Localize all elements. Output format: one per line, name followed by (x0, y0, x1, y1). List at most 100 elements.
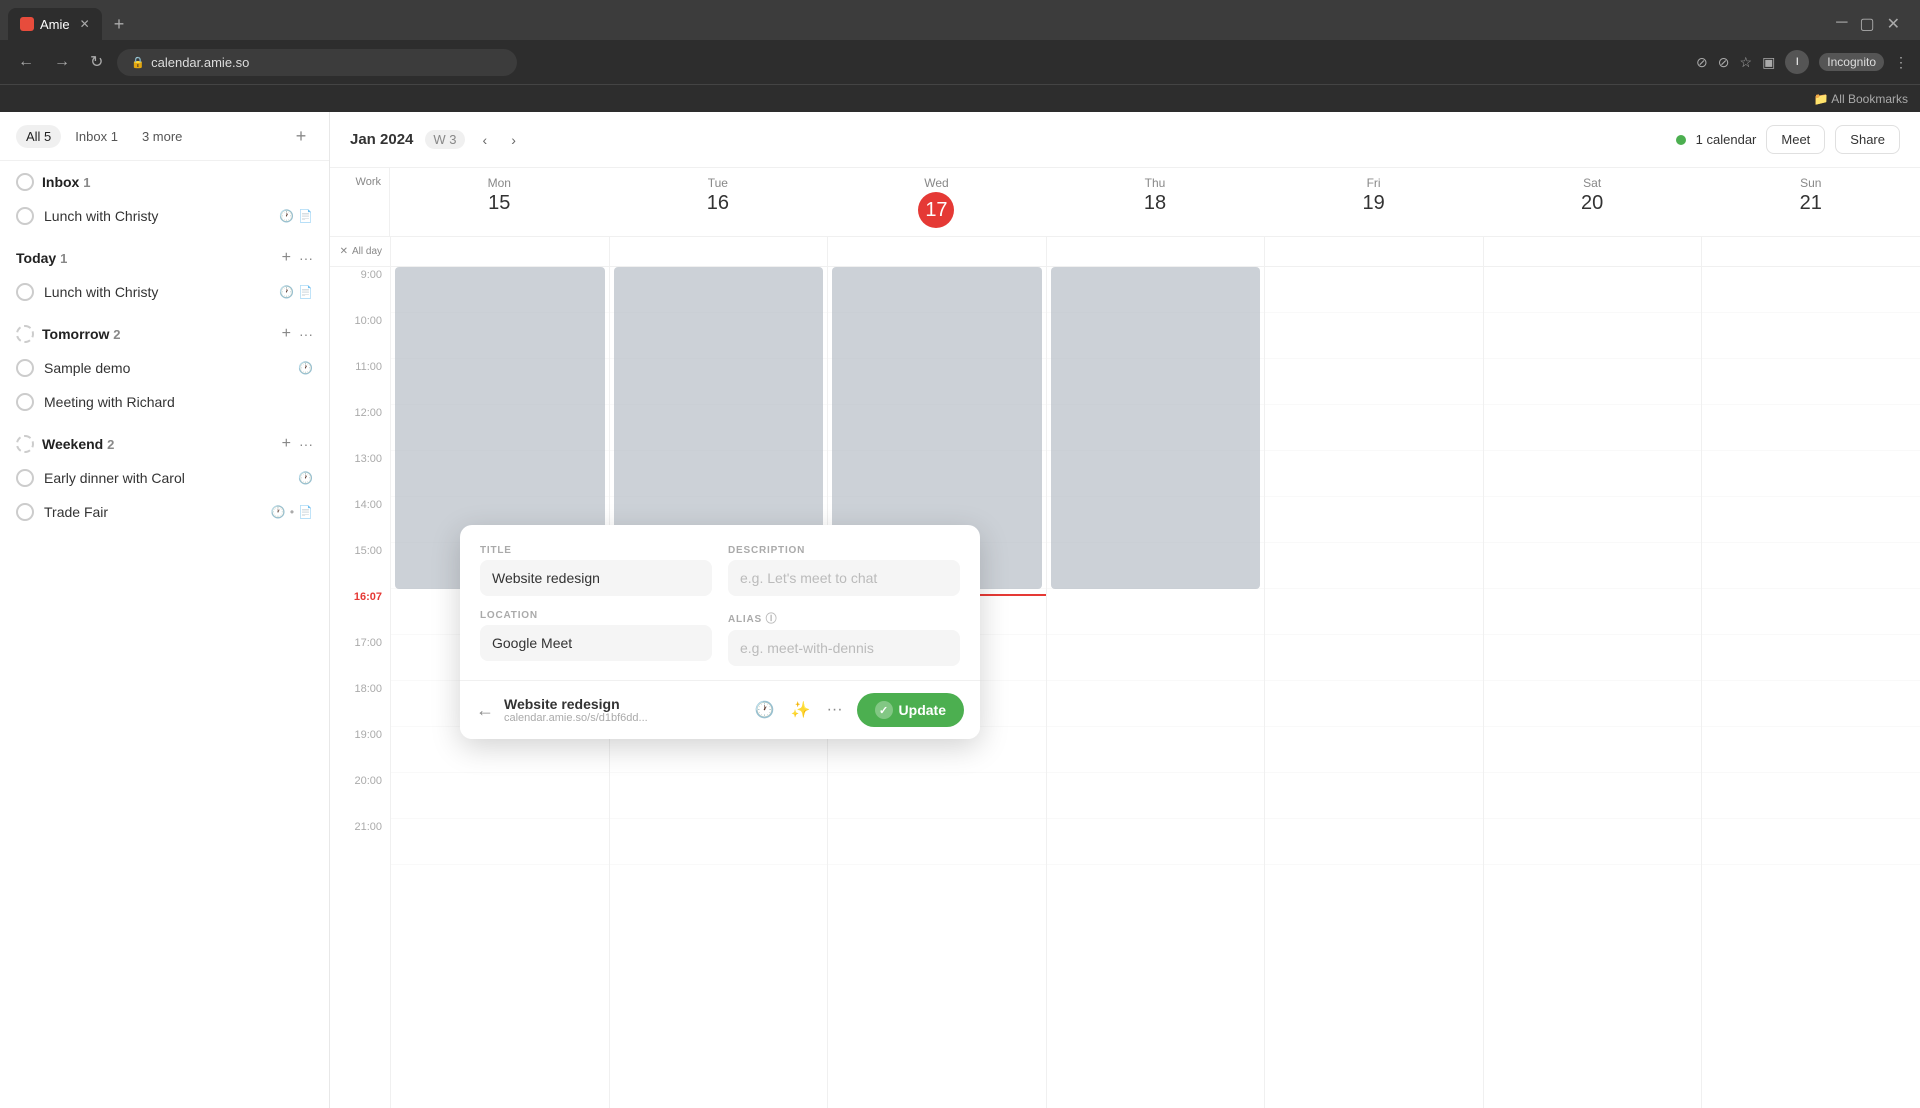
sidebar: All 5 Inbox 1 3 more + Inbox 1 Lunch wit… (0, 112, 330, 1108)
list-item-early-dinner[interactable]: Early dinner with Carol 🕐 (0, 461, 329, 495)
day-headers: Mon 15 Tue 16 Wed 17 Thu (390, 168, 1920, 236)
time-slot-9: 9:00 (330, 267, 390, 313)
weekend-section: Weekend 2 + ··· Early dinner with Carol … (0, 423, 329, 533)
day-header-mon: Mon 15 (390, 168, 609, 236)
url-text: calendar.amie.so (151, 55, 249, 70)
tomorrow-add-button[interactable]: + (282, 325, 291, 343)
today-section-header[interactable]: Today 1 + ··· (0, 241, 329, 275)
ts (1702, 313, 1920, 359)
ts (828, 773, 1046, 819)
profile-button[interactable]: I (1785, 50, 1809, 74)
weekend-section-header[interactable]: Weekend 2 + ··· (0, 427, 329, 461)
list-item-lunch-christy-1[interactable]: Lunch with Christy 🕐 📄 (0, 199, 329, 233)
tab-all[interactable]: All 5 (16, 125, 61, 148)
all-day-tue[interactable] (609, 237, 828, 266)
alias-input[interactable] (728, 630, 960, 666)
day-col-thu[interactable] (1046, 267, 1265, 1108)
days-header: Work Mon 15 Tue 16 Wed 17 (330, 168, 1920, 237)
tomorrow-more-button[interactable]: ··· (299, 326, 313, 342)
menu-button[interactable]: ⋮ (1894, 54, 1908, 71)
location-alias-row: LOCATION ALIAS ⓘ (480, 610, 960, 666)
list-item-lunch-christy-2[interactable]: Lunch with Christy 🕐 📄 (0, 275, 329, 309)
next-week-button[interactable]: › (505, 128, 522, 152)
new-tab-button[interactable]: + (106, 12, 133, 37)
all-day-sat[interactable] (1483, 237, 1702, 266)
weekend-circle (16, 435, 34, 453)
day-num-today: 17 (918, 192, 954, 228)
day-col-sun[interactable] (1701, 267, 1920, 1108)
meet-button[interactable]: Meet (1766, 125, 1825, 154)
forward-button[interactable]: → (48, 49, 76, 75)
browser-tab-amie[interactable]: Amie ✕ (8, 8, 102, 40)
sidebar-toggle[interactable]: ▣ (1762, 54, 1775, 71)
location-label: LOCATION (480, 610, 712, 621)
bookmark-star[interactable]: ☆ (1740, 54, 1753, 71)
day-col-fri[interactable] (1264, 267, 1483, 1108)
day-col-sat[interactable] (1483, 267, 1702, 1108)
weekend-add-button[interactable]: + (282, 435, 291, 453)
day-header-fri: Fri 19 (1264, 168, 1483, 236)
item-circle (16, 359, 34, 377)
prev-week-button[interactable]: ‹ (477, 128, 494, 152)
maximize-button[interactable]: ▢ (1859, 14, 1874, 34)
update-button[interactable]: ✓ Update (857, 693, 964, 727)
reload-button[interactable]: ↻ (84, 48, 109, 76)
ts (1265, 267, 1483, 313)
item-label: Sample demo (44, 360, 288, 376)
share-button[interactable]: Share (1835, 125, 1900, 154)
all-bookmarks[interactable]: 📁 All Bookmarks (1814, 92, 1908, 106)
all-day-cells (390, 237, 1920, 266)
browser-toolbar: ← → ↻ 🔒 calendar.amie.so ⊘ ⊘ ☆ ▣ I Incog… (0, 40, 1920, 84)
list-item-meeting-richard[interactable]: Meeting with Richard (0, 385, 329, 419)
item-label: Lunch with Christy (44, 208, 269, 224)
all-day-x[interactable]: ✕ (340, 246, 348, 257)
ts (1047, 635, 1265, 681)
today-add-button[interactable]: + (282, 249, 291, 267)
address-bar[interactable]: 🔒 calendar.amie.so (117, 49, 517, 76)
sidebar-add-button[interactable]: + (289, 124, 313, 148)
item-icons: 🕐 📄 (279, 209, 313, 223)
day-header-thu: Thu 18 (1046, 168, 1265, 236)
doc-icon: 📄 (298, 285, 313, 299)
back-button[interactable]: ← (12, 49, 40, 75)
ts (1702, 681, 1920, 727)
all-day-fri[interactable] (1264, 237, 1483, 266)
location-input[interactable] (480, 625, 712, 661)
title-input[interactable] (480, 560, 712, 596)
all-day-wed[interactable] (827, 237, 1046, 266)
tab-inbox[interactable]: Inbox 1 (65, 125, 128, 148)
ts (1265, 681, 1483, 727)
extension-icon-2[interactable]: ⊘ (1718, 54, 1730, 71)
tab-close-button[interactable]: ✕ (80, 17, 90, 31)
day-num: 20 (1487, 192, 1698, 215)
week-label: W 3 (425, 130, 464, 149)
description-input[interactable] (728, 560, 960, 596)
weekend-more-button[interactable]: ··· (299, 436, 313, 452)
clock-action-icon[interactable]: 🕐 (751, 696, 779, 724)
extension-icon-1[interactable]: ⊘ (1696, 54, 1708, 71)
ts (1702, 405, 1920, 451)
title-label: TITLE (480, 545, 712, 556)
time-slot-18: 18:00 (330, 681, 390, 727)
list-item-trade-fair[interactable]: Trade Fair 🕐 • 📄 (0, 495, 329, 529)
all-day-mon[interactable] (390, 237, 609, 266)
tab-more[interactable]: 3 more (132, 125, 192, 148)
day-num: 21 (1705, 192, 1916, 215)
tomorrow-section-header[interactable]: Tomorrow 2 + ··· (0, 317, 329, 351)
today-more-button[interactable]: ··· (299, 250, 313, 266)
list-item-sample-demo[interactable]: Sample demo 🕐 (0, 351, 329, 385)
minimize-button[interactable]: ─ (1836, 14, 1847, 34)
all-day-sun[interactable] (1701, 237, 1920, 266)
tab-bar: Amie ✕ + ─ ▢ ✕ (0, 0, 1920, 40)
all-day-thu[interactable] (1046, 237, 1265, 266)
ts (1702, 635, 1920, 681)
close-button[interactable]: ✕ (1887, 14, 1900, 34)
ts (1047, 819, 1265, 865)
ts (1265, 359, 1483, 405)
magic-action-icon[interactable]: ✨ (787, 696, 815, 724)
more-action-icon[interactable]: ··· (823, 697, 847, 723)
ts (1484, 359, 1702, 405)
popup-back-button[interactable]: ← (476, 700, 494, 721)
popup-footer: ← Website redesign calendar.amie.so/s/d1… (460, 680, 980, 739)
inbox-section-header[interactable]: Inbox 1 (0, 165, 329, 199)
